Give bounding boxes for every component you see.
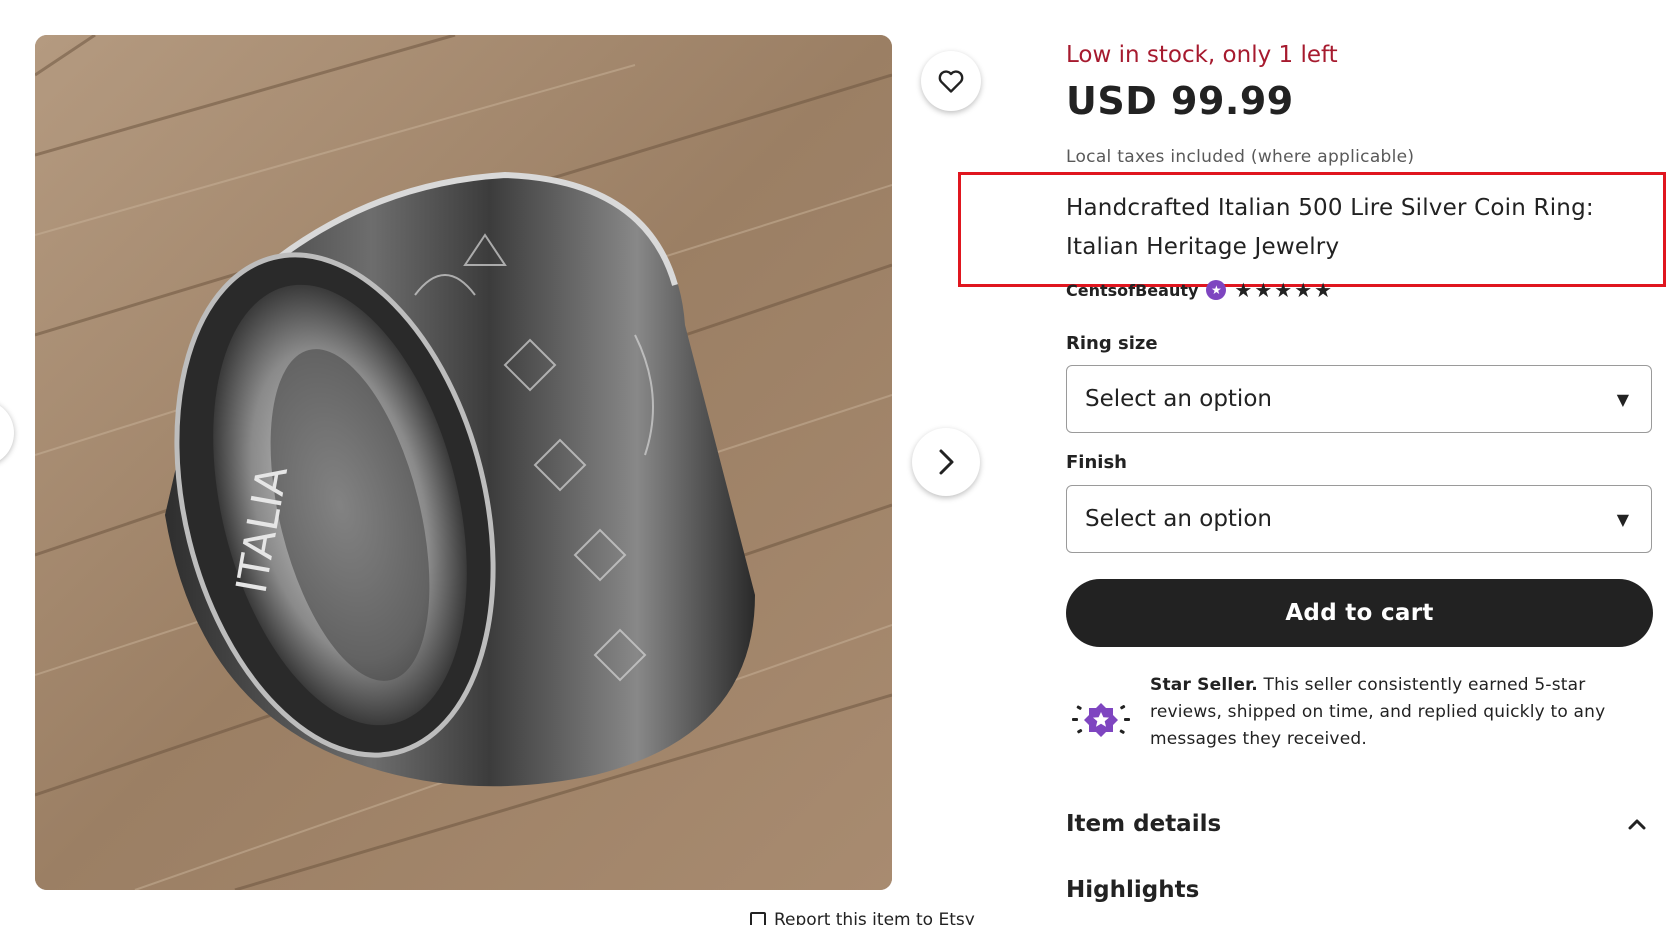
price: USD 99.99 <box>1066 79 1294 123</box>
tax-note: Local taxes included (where applicable) <box>1066 147 1415 167</box>
flag-icon <box>750 912 766 925</box>
rating-stars[interactable]: ★★★★★ <box>1234 278 1334 302</box>
seller-row: CentsofBeauty ★ ★★★★★ <box>1066 278 1334 302</box>
favorite-button[interactable] <box>921 51 981 111</box>
heart-icon <box>938 70 964 93</box>
ring-photo: ITALIA <box>35 35 892 890</box>
star-seller-heading: Star Seller. <box>1150 675 1258 695</box>
chevron-right-icon <box>939 449 954 475</box>
next-image-button[interactable] <box>912 428 980 496</box>
item-details-heading: Item details <box>1066 811 1222 837</box>
ring-size-label: Ring size <box>1066 333 1158 354</box>
finish-label: Finish <box>1066 452 1127 473</box>
add-to-cart-button[interactable]: Add to cart <box>1066 579 1653 647</box>
star-seller-icon <box>1066 672 1136 753</box>
report-item-label: Report this item to Etsy <box>774 910 975 925</box>
product-image[interactable]: ITALIA <box>35 35 892 890</box>
star-seller-info: Star Seller. This seller consistently ea… <box>1066 672 1656 753</box>
star-seller-badge-icon: ★ <box>1206 280 1227 300</box>
chevron-up-icon <box>1628 819 1646 830</box>
ring-size-select[interactable]: Select an option ▼ <box>1066 365 1652 433</box>
report-item-link[interactable]: Report this item to Etsy <box>750 910 975 925</box>
finish-select[interactable]: Select an option ▼ <box>1066 485 1652 553</box>
listing-title: Handcrafted Italian 500 Lire Silver Coin… <box>1066 195 1594 260</box>
stock-notice: Low in stock, only 1 left <box>1066 42 1338 68</box>
seller-name-link[interactable]: CentsofBeauty <box>1066 281 1198 300</box>
highlights-heading: Highlights <box>1066 877 1200 903</box>
previous-image-button[interactable] <box>0 401 14 465</box>
star-seller-description: Star Seller. This seller consistently ea… <box>1150 672 1656 753</box>
ring-size-value: Select an option <box>1085 386 1272 412</box>
finish-value: Select an option <box>1085 506 1272 532</box>
caret-down-icon: ▼ <box>1616 389 1629 409</box>
item-details-toggle[interactable]: Item details <box>1066 811 1646 837</box>
caret-down-icon: ▼ <box>1616 509 1629 529</box>
